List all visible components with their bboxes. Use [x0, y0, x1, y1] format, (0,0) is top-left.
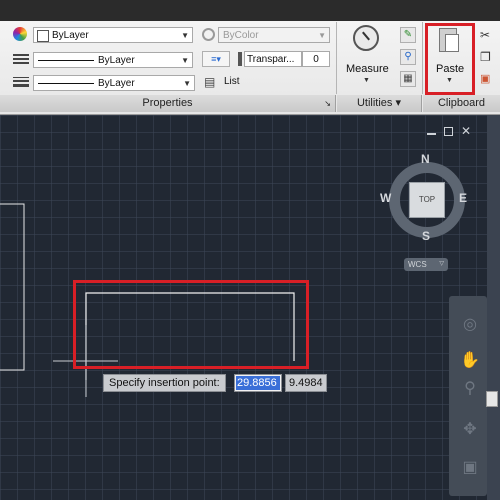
y-coordinate-value: 9.4984: [289, 377, 323, 389]
y-coordinate-input[interactable]: 9.4984: [285, 374, 327, 392]
linetype-sample: [38, 60, 94, 61]
insertion-point-prompt: Specify insertion point:: [103, 374, 226, 392]
chevron-down-icon: ▼: [181, 56, 189, 65]
measure-button-label[interactable]: Measure: [346, 63, 389, 75]
color-wheel-icon[interactable]: [13, 27, 27, 41]
transparency-field[interactable]: Transpar...: [244, 51, 302, 67]
x-coordinate-input[interactable]: 29.8856: [234, 374, 282, 392]
clipboard-panel-label: Clipboard: [423, 95, 500, 112]
lineweight-sample: [38, 83, 94, 84]
properties-panel-label: Properties ↘: [0, 95, 336, 112]
quick-select-icon[interactable]: ✎: [400, 27, 416, 43]
linetype-icon[interactable]: [13, 52, 29, 66]
chevron-down-icon: ▼: [318, 31, 326, 40]
lineweight-icon[interactable]: [13, 75, 29, 89]
color-swatch-icon: [37, 30, 49, 42]
list-icon[interactable]: ▤: [204, 75, 218, 89]
scrollbar-thumb[interactable]: [486, 391, 498, 407]
existing-rectangle: [0, 203, 25, 371]
dialog-launcher-icon[interactable]: ↘: [324, 95, 331, 112]
lineweight-dropdown[interactable]: ByLayer ▼: [33, 75, 195, 91]
color-dropdown[interactable]: ByLayer ▼: [33, 27, 193, 43]
list-button[interactable]: List: [224, 76, 240, 87]
utilities-panel-label[interactable]: Utilities ▾: [337, 95, 422, 112]
paste-highlight: [425, 23, 475, 95]
chevron-down-icon: ▼: [181, 31, 189, 40]
linetype-value: ByLayer: [98, 55, 135, 66]
transparency-label: Transpar...: [247, 54, 295, 65]
transparency-value-input[interactable]: 0: [302, 51, 330, 67]
plotstyle-dropdown[interactable]: ByColor ▼: [218, 27, 330, 43]
calculator-icon[interactable]: ▦: [400, 71, 416, 87]
vertical-scrollbar[interactable]: [487, 115, 500, 500]
copy-icon[interactable]: ❐: [480, 50, 494, 64]
panel-dropdown-icon: ▾: [395, 97, 402, 109]
measure-icon[interactable]: [353, 25, 379, 51]
separator: [422, 22, 423, 94]
layer-states-icon[interactable]: ≡▾: [202, 51, 230, 67]
select-filter-icon[interactable]: ⚲: [400, 49, 416, 65]
plotstyle-value: ByColor: [223, 30, 259, 41]
x-coordinate-value: 29.8856: [236, 376, 280, 390]
separator: [336, 22, 337, 94]
chevron-down-icon[interactable]: ▼: [363, 77, 370, 84]
title-bar: [0, 0, 500, 21]
selection-highlight: [73, 280, 309, 369]
chevron-down-icon: ▼: [183, 79, 191, 88]
color-value: ByLayer: [52, 30, 89, 41]
linetype-dropdown[interactable]: ByLayer ▼: [33, 52, 193, 68]
cut-icon[interactable]: ✂: [480, 28, 494, 42]
transparency-value: 0: [313, 54, 319, 65]
lineweight-value: ByLayer: [98, 78, 135, 89]
match-properties-icon[interactable]: ▣: [480, 72, 494, 86]
transparency-icon: [238, 52, 242, 66]
plotstyle-icon: [202, 28, 215, 41]
